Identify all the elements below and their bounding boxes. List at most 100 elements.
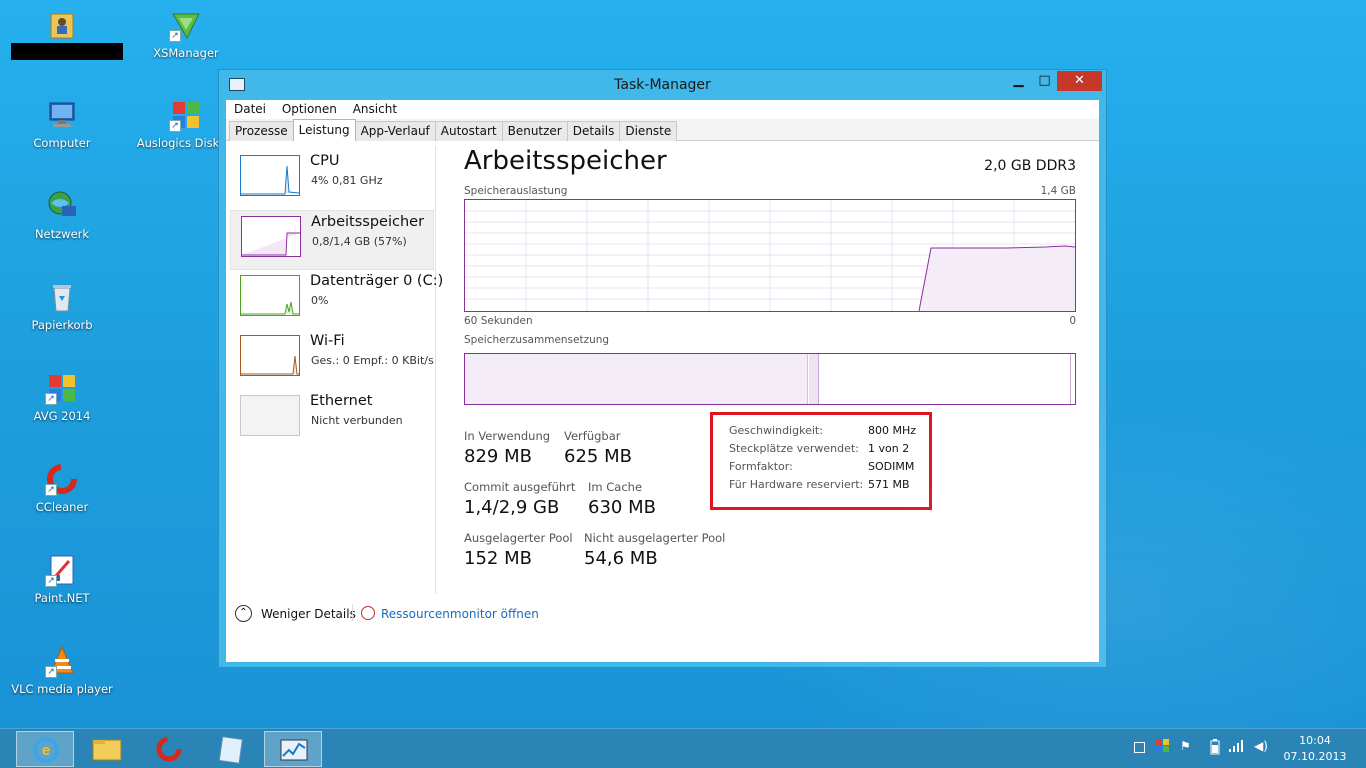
wifi-signal-icon[interactable]	[1228, 739, 1244, 756]
desktop-icon-label: Papierkorb	[31, 318, 93, 332]
ie-icon: e	[33, 737, 59, 763]
clock-time: 10:04	[1299, 734, 1331, 747]
resource-item-ethernet[interactable]: Ethernet Nicht verbunden	[230, 390, 434, 450]
composition-label: Speicherzusammensetzung	[464, 334, 610, 346]
menu-optionen[interactable]: Optionen	[282, 102, 337, 116]
stat-value: 54,6 MB	[584, 548, 658, 569]
hw-key: Steckplätze verwendet:	[729, 442, 859, 455]
footer-divider	[352, 604, 353, 621]
avg-icon: ↗	[45, 371, 79, 405]
taskbar-explorer-button[interactable]	[78, 731, 136, 767]
resource-item-wifi[interactable]: Wi-Fi Ges.: 0 Empf.: 0 KBit/s	[230, 330, 434, 390]
taskbar-ie-button[interactable]: e	[16, 731, 74, 767]
resource-name: Datenträger 0 (C:)	[310, 273, 444, 289]
chevron-up-icon[interactable]: ⌃	[235, 605, 252, 622]
desktop-icon-label: XSManager	[153, 46, 219, 60]
resource-name: Arbeitsspeicher	[311, 214, 425, 230]
explorer-icon	[92, 739, 122, 761]
tab-details[interactable]: Details	[566, 121, 621, 141]
tab-dienste[interactable]: Dienste	[619, 121, 678, 141]
stat-value: 630 MB	[588, 497, 656, 518]
desktop-icon-ccleaner[interactable]: ↗ CCleaner	[10, 462, 114, 514]
desktop-icon-label: CCleaner	[35, 500, 89, 514]
page-title: Arbeitsspeicher	[464, 146, 667, 176]
tab-autostart[interactable]: Autostart	[434, 121, 503, 141]
window-title: Task-Manager	[614, 77, 711, 93]
resource-monitor-link[interactable]: Ressourcenmonitor öffnen	[381, 607, 539, 621]
menu-datei[interactable]: Datei	[234, 102, 266, 116]
stat-value: 152 MB	[464, 548, 532, 569]
tab-app-verlauf[interactable]: App-Verlauf	[354, 121, 436, 141]
resource-name: Wi-Fi	[310, 333, 345, 349]
task-manager-window: Task-Manager ▁ □ ✕ Datei Optionen Ansich…	[218, 69, 1107, 668]
desktop-icon-label: AVG 2014	[33, 409, 91, 423]
hw-value: 800 MHz	[868, 424, 917, 437]
hw-row-slots: Steckplätze verwendet: 1 von 2	[729, 442, 929, 460]
stat-commit: Commit ausgeführt 1,4/2,9 GB	[464, 480, 575, 518]
flag-icon[interactable]: ⚑	[1180, 739, 1191, 753]
desktop-icon-label: Netzwerk	[34, 227, 90, 241]
graph-axis-left: 60 Sekunden	[464, 315, 533, 327]
ccleaner-icon: ↗	[45, 462, 79, 496]
desktop-icon-network[interactable]: Netzwerk	[10, 189, 114, 241]
stat-available: Verfügbar 625 MB	[564, 429, 632, 467]
taskbar-taskmanager-button[interactable]	[264, 731, 322, 767]
resource-list: CPU 4% 0,81 GHz Arbeitsspeicher 0,8/1,4 …	[230, 146, 443, 594]
minimize-button[interactable]: ▁	[1005, 71, 1032, 91]
desktop-icon-paintnet[interactable]: ↗ Paint.NET	[10, 553, 114, 605]
desktop-icon-avg[interactable]: ↗ AVG 2014	[10, 371, 114, 423]
resource-item-disk[interactable]: Datenträger 0 (C:) 0%	[230, 270, 443, 330]
stat-label: In Verwendung	[464, 429, 551, 443]
menu-ansicht[interactable]: Ansicht	[353, 102, 397, 116]
taskmanager-icon	[280, 739, 308, 761]
stat-nonpaged-pool: Nicht ausgelagerter Pool 54,6 MB	[584, 531, 725, 569]
resource-name: Ethernet	[310, 393, 373, 409]
user-folder-desktop-icon[interactable]	[10, 8, 114, 46]
hw-value: 571 MB	[868, 478, 910, 491]
desktop-icon-xsmanager[interactable]: ↗ XSManager	[134, 8, 238, 60]
tab-benutzer[interactable]: Benutzer	[501, 121, 568, 141]
memory-composition-bar	[464, 353, 1076, 405]
xsmanager-icon: ↗	[169, 8, 203, 42]
taskbar-ccleaner-button[interactable]	[140, 731, 198, 767]
stat-label: Nicht ausgelagerter Pool	[584, 531, 726, 545]
fewer-details-button[interactable]: Weniger Details	[261, 607, 356, 621]
hw-key: Für Hardware reserviert:	[729, 478, 864, 491]
speaker-icon[interactable]: ◀)	[1254, 739, 1268, 753]
menu-bar: Datei Optionen Ansicht	[226, 100, 1099, 119]
taskbar-clock[interactable]: 10:04 07.10.2013	[1280, 733, 1350, 765]
taskbar-notepad-button[interactable]	[202, 731, 260, 767]
memory-spec: 2,0 GB DDR3	[984, 158, 1076, 174]
footer-bar: ⌃ Weniger Details Ressourcenmonitor öffn…	[226, 596, 1099, 630]
paintnet-icon: ↗	[45, 553, 79, 587]
window-client: Datei Optionen Ansicht Prozesse Leistung…	[226, 100, 1099, 662]
hw-row-form-factor: Formfaktor: SODIMM	[729, 460, 929, 478]
svg-text:e: e	[42, 742, 50, 759]
tab-leistung[interactable]: Leistung	[292, 119, 356, 141]
battery-icon[interactable]	[1210, 739, 1220, 758]
wifi-thumbnail	[240, 335, 300, 376]
stat-value: 625 MB	[564, 446, 632, 467]
computer-icon	[45, 98, 79, 132]
resource-item-memory[interactable]: Arbeitsspeicher 0,8/1,4 GB (57%)	[230, 210, 434, 270]
desktop-icon-computer[interactable]: Computer	[10, 98, 114, 150]
auslogics-icon: ↗	[169, 98, 203, 132]
action-center-square-icon[interactable]	[1134, 742, 1145, 753]
stat-label: Verfügbar	[564, 429, 621, 443]
user-folder-icon	[45, 8, 79, 42]
usage-graph-max: 1,4 GB	[1040, 185, 1076, 197]
close-button[interactable]: ✕	[1057, 71, 1102, 91]
desktop-icon-vlc[interactable]: ↗ VLC media player	[10, 644, 114, 696]
ethernet-thumbnail	[240, 395, 300, 436]
maximize-button[interactable]: □	[1031, 71, 1058, 91]
resource-item-cpu[interactable]: CPU 4% 0,81 GHz	[230, 150, 434, 210]
stat-cache: Im Cache 630 MB	[588, 480, 656, 518]
desktop-icon-recycle-bin[interactable]: Papierkorb	[10, 280, 114, 332]
avg-tray-icon[interactable]	[1156, 739, 1170, 756]
resource-monitor-icon[interactable]	[361, 606, 375, 620]
resource-sub: Ges.: 0 Empf.: 0 KBit/s	[311, 354, 434, 367]
stat-label: Commit ausgeführt	[464, 480, 576, 494]
memory-usage-chart	[465, 200, 1075, 311]
tab-prozesse[interactable]: Prozesse	[229, 121, 294, 141]
title-bar[interactable]: Task-Manager ▁ □ ✕	[219, 70, 1106, 100]
